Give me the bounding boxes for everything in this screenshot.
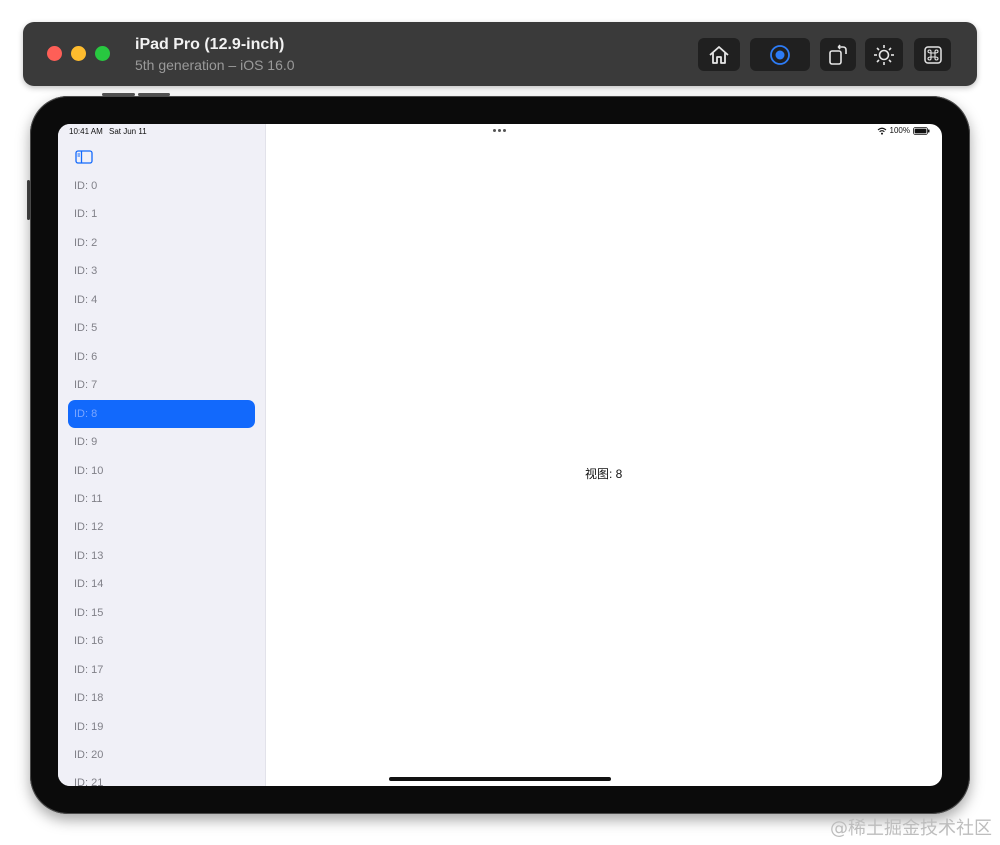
sidebar: ID: 0 ID: 1 ID: 2 ID: 3 ID: 4 ID: 5 ID: 6 ID: 7… xyxy=(58,124,266,786)
device-subtitle: 5th generation – iOS 16.0 xyxy=(135,57,295,73)
close-window-button[interactable] xyxy=(47,46,62,61)
rotate-button[interactable] xyxy=(820,38,856,71)
command-button[interactable] xyxy=(914,38,951,71)
minimize-window-button[interactable] xyxy=(71,46,86,61)
sidebar-item-id-7[interactable]: ID: 7 xyxy=(68,371,255,399)
sidebar-item-id-21[interactable]: ID: 21 xyxy=(68,769,255,786)
appearance-icon xyxy=(874,44,894,65)
sidebar-item-id-3[interactable]: ID: 3 xyxy=(68,257,255,285)
home-button[interactable] xyxy=(698,38,740,71)
sidebar-item-id-10[interactable]: ID: 10 xyxy=(68,457,255,485)
sidebar-item-id-4[interactable]: ID: 4 xyxy=(68,286,255,314)
sidebar-item-id-2[interactable]: ID: 2 xyxy=(68,229,255,257)
sidebar-item-id-8[interactable]: ID: 8 xyxy=(68,399,255,428)
sidebar-item-id-9[interactable]: ID: 9 xyxy=(68,428,255,456)
status-indicators: 100% xyxy=(877,126,930,135)
sidebar-item-id-6[interactable]: ID: 6 xyxy=(68,343,255,371)
sidebar-item-id-20[interactable]: ID: 20 xyxy=(68,741,255,769)
sidebar-item-id-17[interactable]: ID: 17 xyxy=(68,656,255,684)
device-name: iPad Pro (12.9-inch) xyxy=(135,36,285,53)
sidebar-toggle-button[interactable] xyxy=(75,150,93,169)
status-time: 10:41 AM xyxy=(69,127,103,136)
sidebar-item-id-1[interactable]: ID: 1 xyxy=(68,200,255,228)
battery-icon xyxy=(913,126,930,135)
status-date: Sat Jun 11 xyxy=(109,127,147,136)
sidebar-item-id-15[interactable]: ID: 15 xyxy=(68,599,255,627)
battery-percent: 100% xyxy=(889,126,910,135)
home-indicator[interactable] xyxy=(389,777,611,781)
sidebar-item-id-16[interactable]: ID: 16 xyxy=(68,627,255,655)
watermark: @稀土掘金技术社区 xyxy=(830,818,992,839)
zoom-window-button[interactable] xyxy=(95,46,110,61)
sidebar-icon xyxy=(75,150,93,164)
command-icon xyxy=(923,45,942,64)
sidebar-item-id-0[interactable]: ID: 0 xyxy=(68,172,255,200)
sidebar-item-id-13[interactable]: ID: 13 xyxy=(68,542,255,570)
ipad-screen: ID: 0 ID: 1 ID: 2 ID: 3 ID: 4 ID: 5 ID: 6 ID: 7… xyxy=(58,124,942,786)
simulator-titlebar: iPad Pro (12.9-inch) 5th generation – iO… xyxy=(23,22,977,86)
record-button[interactable] xyxy=(750,38,810,71)
multitasking-menu-icon[interactable] xyxy=(493,129,506,132)
appearance-button[interactable] xyxy=(865,38,903,71)
sidebar-item-id-14[interactable]: ID: 14 xyxy=(68,570,255,598)
rotate-icon xyxy=(829,44,847,65)
record-icon xyxy=(770,44,790,65)
sidebar-item-id-19[interactable]: ID: 19 xyxy=(68,713,255,741)
sidebar-item-id-18[interactable]: ID: 18 xyxy=(68,684,255,712)
sidebar-item-id-5[interactable]: ID: 5 xyxy=(68,314,255,342)
sidebar-item-id-11[interactable]: ID: 11 xyxy=(68,485,255,513)
wifi-icon xyxy=(877,127,886,135)
home-icon xyxy=(709,45,729,64)
sidebar-item-id-12[interactable]: ID: 12 xyxy=(68,513,255,541)
detail-view-label: 视图: 8 xyxy=(585,467,623,481)
